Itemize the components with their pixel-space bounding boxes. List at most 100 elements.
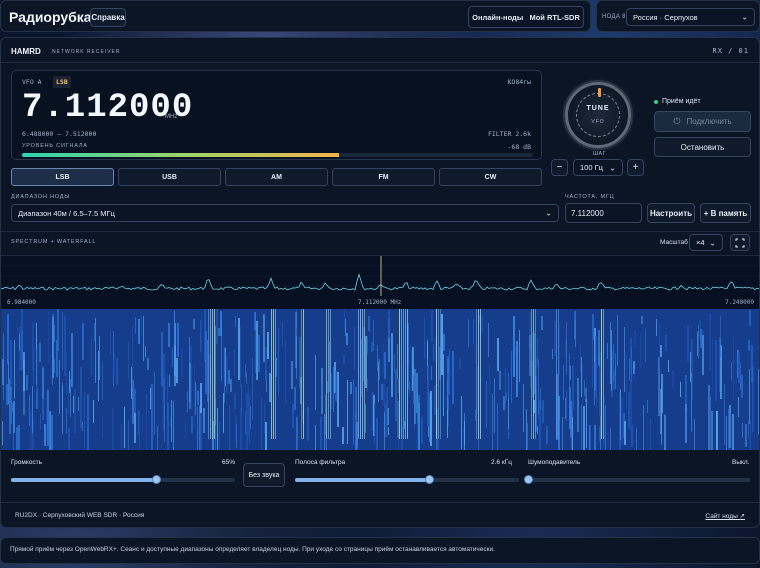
zoom-select[interactable]: ×4 ⌄ xyxy=(689,234,723,251)
waterfall-streak xyxy=(475,409,476,421)
waterfall-streak xyxy=(537,338,538,366)
mode-lsb-button[interactable]: LSB xyxy=(11,168,114,186)
waterfall-streak xyxy=(265,422,267,483)
filter-fill xyxy=(295,478,430,482)
volume-slider[interactable] xyxy=(11,475,235,484)
waterfall-streak xyxy=(321,368,323,414)
waterfall-signal xyxy=(403,309,404,439)
mode-cw-button[interactable]: CW xyxy=(439,168,542,186)
waterfall-signal xyxy=(273,309,274,439)
waterfall-streak xyxy=(610,428,611,478)
connect-button[interactable]: ⏻ Подключить xyxy=(654,111,751,132)
waterfall-signal xyxy=(407,309,408,439)
waterfall-streak xyxy=(427,366,429,426)
waterfall-streak xyxy=(245,411,246,434)
frequency-axis: 6.984000 7.112000 MHz 7.240000 xyxy=(1,296,759,309)
waterfall-streak xyxy=(230,379,232,392)
waterfall-streak xyxy=(394,353,395,373)
waterfall-streak xyxy=(511,351,512,403)
add-memory-button[interactable]: + В память xyxy=(700,203,751,223)
mode-usb-button[interactable]: USB xyxy=(118,168,221,186)
waterfall-streak xyxy=(68,386,69,414)
locator: KO84гы xyxy=(507,78,531,86)
waterfall-streak xyxy=(738,397,739,417)
waterfall-streak xyxy=(742,423,743,438)
waterfall-streak xyxy=(203,408,205,433)
waterfall-streak xyxy=(176,358,178,383)
waterfall-streak xyxy=(174,311,175,344)
signal-db: -68 dB xyxy=(507,143,531,151)
volume-thumb[interactable] xyxy=(152,475,162,484)
waterfall-streak xyxy=(263,314,265,362)
waterfall-streak xyxy=(624,327,625,392)
node-select[interactable]: Россия · Серпухов ⌄ xyxy=(626,8,755,26)
node-site-link[interactable]: Сайт ноды ↗ xyxy=(705,512,745,520)
mute-button[interactable]: Без звука xyxy=(243,463,285,487)
waterfall-streak xyxy=(580,344,581,372)
stop-button[interactable]: Остановить xyxy=(654,137,751,157)
waterfall-streak xyxy=(12,403,13,412)
frequency-input[interactable]: 7.112000 xyxy=(565,203,642,223)
waterfall-streak xyxy=(731,362,732,380)
fullscreen-button[interactable] xyxy=(730,234,750,251)
waterfall-streak xyxy=(217,408,218,457)
waterfall-streak xyxy=(11,387,12,424)
connect-label: Подключить xyxy=(686,117,732,126)
filter-thumb[interactable] xyxy=(424,475,434,484)
waterfall-streak xyxy=(559,324,560,375)
waterfall-streak xyxy=(594,425,596,466)
waterfall-streak xyxy=(59,360,60,414)
step-minus-button[interactable]: − xyxy=(551,159,568,176)
step-plus-button[interactable]: + xyxy=(627,159,644,176)
waterfall-streak xyxy=(191,416,193,433)
waterfall-streak xyxy=(584,380,585,396)
waterfall-signal xyxy=(480,309,481,439)
waterfall-display[interactable] xyxy=(1,309,759,486)
waterfall-streak xyxy=(418,395,420,445)
waterfall-streak xyxy=(572,417,573,468)
waterfall-streak xyxy=(611,330,612,391)
chevron-down-icon: ⌄ xyxy=(709,238,716,247)
band-label: ДИАПАЗОН НОДЫ xyxy=(11,194,71,200)
waterfall-streak xyxy=(245,364,246,377)
waterfall-streak xyxy=(187,391,188,412)
tune-set-button[interactable]: Настроить xyxy=(647,203,695,223)
waterfall-streak xyxy=(486,381,487,428)
spectrum-display[interactable] xyxy=(1,255,759,297)
waterfall-streak xyxy=(366,337,368,354)
nav-online-nodes[interactable]: Онлайн-ноды xyxy=(472,13,523,22)
tune-knob[interactable]: TUNE VFO xyxy=(565,82,631,148)
status-text: Приём идёт xyxy=(662,98,701,105)
waterfall-streak xyxy=(73,396,74,413)
waterfall-streak xyxy=(91,339,92,375)
receiver-panel: HAMRD NETWORK RECEIVER RX / 01 VFO A LSB… xyxy=(0,37,760,528)
waterfall-streak xyxy=(33,420,34,447)
waterfall-streak xyxy=(267,332,269,359)
waterfall-streak xyxy=(505,374,506,409)
filter-slider[interactable] xyxy=(295,475,519,484)
waterfall-streak xyxy=(376,418,378,452)
waterfall-streak xyxy=(459,358,461,369)
waterfall-streak xyxy=(617,315,618,366)
waterfall-streak xyxy=(291,361,293,389)
band-value: Диапазон 40м / 6.5–7.5 МГц xyxy=(18,208,115,218)
nav-my-rtl-sdr[interactable]: Мой RTL-SDR xyxy=(529,13,579,22)
mode-am-button[interactable]: AM xyxy=(225,168,328,186)
waterfall-streak xyxy=(32,323,34,371)
waterfall-streak xyxy=(215,386,216,425)
waterfall-streak xyxy=(494,378,495,433)
waterfall-streak xyxy=(566,391,567,421)
noise-reduction-thumb[interactable] xyxy=(523,475,533,484)
step-select[interactable]: 100 Гц ⌄ xyxy=(573,159,623,176)
waterfall-streak xyxy=(361,339,362,397)
waterfall-streak xyxy=(710,397,711,463)
waterfall-streak xyxy=(443,334,445,351)
waterfall-streak xyxy=(201,313,202,354)
waterfall-streak xyxy=(2,359,4,385)
waterfall-streak xyxy=(134,413,136,443)
waterfall-streak xyxy=(302,409,303,422)
mode-fm-button[interactable]: FM xyxy=(332,168,435,186)
help-button[interactable]: Справка xyxy=(90,8,126,27)
noise-reduction-slider[interactable] xyxy=(523,475,750,484)
band-select[interactable]: Диапазон 40м / 6.5–7.5 МГц ⌄ xyxy=(11,204,559,222)
